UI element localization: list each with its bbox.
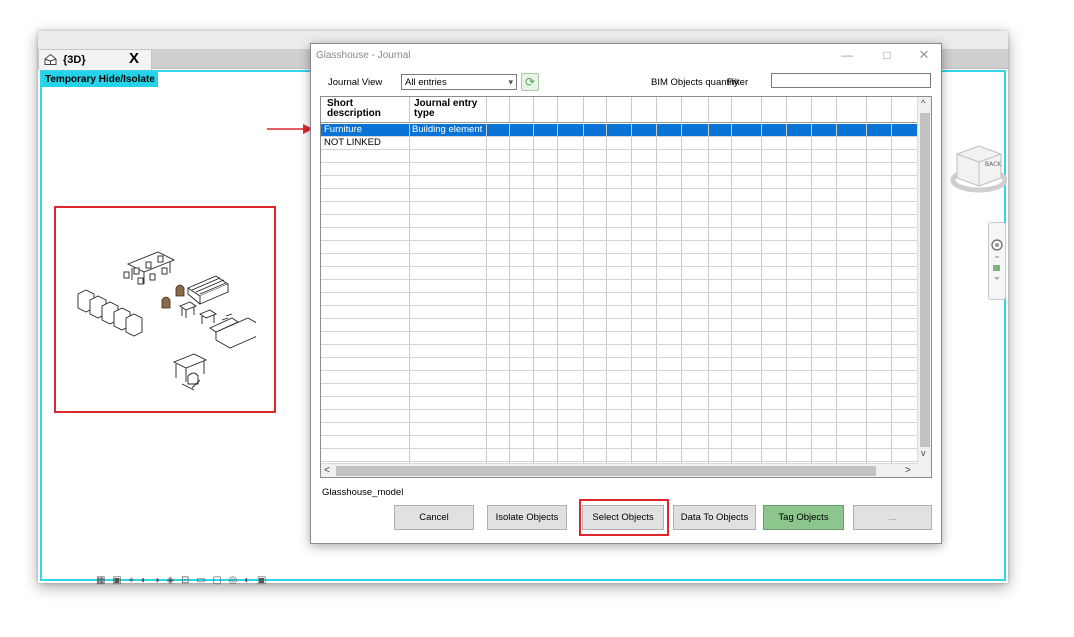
journal-view-select[interactable]: All entries ▾	[401, 74, 517, 90]
column-short-description[interactable]: Short description	[327, 99, 407, 119]
grid-row-line	[321, 175, 917, 176]
grid-row-line	[321, 292, 917, 293]
dialog-title-bar[interactable]: Glasshouse - Journal — □ ✕	[311, 44, 941, 68]
grid-header: Short description Journal entry type	[321, 97, 917, 123]
scrollbar-corner	[917, 463, 931, 477]
journal-grid-body: Short description Journal entry type Fur…	[321, 97, 918, 463]
grid-row-line	[321, 409, 917, 410]
more-button[interactable]: ...	[853, 505, 932, 530]
scroll-down-icon[interactable]: v	[921, 448, 926, 458]
navigation-bar[interactable]	[988, 222, 1006, 300]
grid-row-line	[321, 331, 917, 332]
highlighted-furniture-region	[54, 206, 276, 413]
steering-wheel-icon[interactable]	[989, 223, 1005, 299]
filter-label: Filter	[727, 77, 749, 88]
scroll-up-icon[interactable]: ^	[921, 98, 925, 108]
filter-input[interactable]	[771, 73, 931, 88]
grid-row-line	[321, 370, 917, 371]
grid-row-line	[321, 435, 917, 436]
grid-row-line	[321, 240, 917, 241]
bim-objects-quantity-label: BIM Objects quantity	[651, 77, 739, 88]
chevron-down-icon: ▾	[508, 77, 513, 87]
column-journal-entry-type[interactable]: Journal entry type	[414, 99, 494, 119]
furniture-objects-graphic[interactable]	[76, 228, 256, 398]
row-1-short-description[interactable]: Furniture	[324, 124, 362, 136]
select-objects-highlight	[579, 499, 669, 536]
dialog-title: Glasshouse - Journal	[316, 50, 411, 61]
grid-row-line	[321, 266, 917, 267]
grid-row-line	[321, 448, 917, 449]
scroll-left-icon[interactable]: <	[324, 465, 330, 476]
vertical-scroll-thumb[interactable]	[920, 113, 930, 447]
vertical-scrollbar[interactable]: ^ v	[917, 97, 931, 463]
model-name: Glasshouse_model	[322, 487, 404, 498]
grid-row-line	[321, 461, 917, 462]
horizontal-scrollbar[interactable]: < >	[321, 463, 917, 477]
grid-row-line	[321, 279, 917, 280]
row-2-short-description[interactable]: NOT LINKED	[324, 137, 381, 149]
selected-row-highlight	[321, 124, 917, 136]
temporary-hide-isolate-badge: Temporary Hide/Isolate	[42, 72, 158, 87]
data-to-objects-button[interactable]: Data To Objects	[673, 505, 756, 530]
minimize-button[interactable]: —	[832, 44, 862, 66]
grid-row-line	[321, 149, 917, 150]
grid-row-line	[321, 318, 917, 319]
journal-view-value: All entries	[405, 77, 447, 88]
grid-row-line	[321, 188, 917, 189]
grid-row-line	[321, 357, 917, 358]
grid-row-line	[321, 422, 917, 423]
grid-row-line	[321, 383, 917, 384]
viewcube-icon[interactable]: BACK	[947, 132, 1007, 202]
svg-text:BACK: BACK	[985, 161, 1002, 168]
maximize-button[interactable]: □	[872, 44, 902, 66]
journal-view-label: Journal View	[328, 77, 383, 88]
glasshouse-journal-dialog: Glasshouse - Journal — □ ✕ Journal View …	[310, 43, 942, 544]
grid-row-line	[321, 305, 917, 306]
view-tab-label: {3D}	[63, 54, 86, 66]
house-3d-icon	[44, 53, 57, 65]
grid-row-line	[321, 201, 917, 202]
horizontal-scroll-thumb[interactable]	[336, 466, 876, 476]
scroll-right-icon[interactable]: >	[905, 465, 911, 476]
grid-row-line	[321, 344, 917, 345]
grid-row-line	[321, 136, 917, 137]
view-tab-3d[interactable]: {3D} X	[38, 49, 152, 70]
refresh-icon[interactable]: ⟳	[521, 73, 539, 91]
grid-row-line	[321, 227, 917, 228]
grid-row-line	[321, 253, 917, 254]
close-button[interactable]: ✕	[909, 44, 939, 66]
grid-row-line	[321, 396, 917, 397]
journal-grid[interactable]: Short description Journal entry type Fur…	[320, 96, 932, 478]
grid-row-line	[321, 162, 917, 163]
tag-objects-button[interactable]: Tag Objects	[763, 505, 844, 530]
close-tab-icon[interactable]: X	[129, 50, 139, 67]
isolate-objects-button[interactable]: Isolate Objects	[487, 505, 567, 530]
grid-row-line	[321, 214, 917, 215]
row-1-entry-type[interactable]: Building element	[412, 124, 482, 136]
view-control-bar[interactable]: ▦ ▣ ⌖ ◐ ◑ ◈ ⊡ ▭ ▢ ◎ ◐ ▣	[96, 575, 268, 586]
cancel-button[interactable]: Cancel	[394, 505, 474, 530]
